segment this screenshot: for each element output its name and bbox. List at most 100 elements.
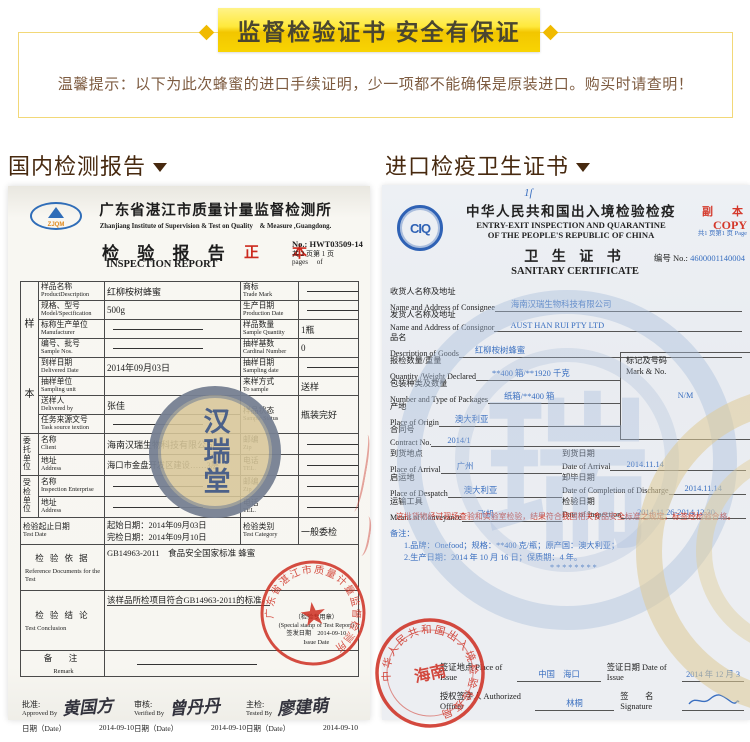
table-row: 委托单位 名称Client 海南汉瑞生物科技有限公司 邮编Zip <box>21 434 359 455</box>
grid-label-cn: 检验日期 <box>562 495 746 507</box>
cell-value <box>105 320 241 339</box>
cell-value: 海口市金盘开发区建设……3层 <box>105 455 241 476</box>
report-title-en: INSPECTION REPORT <box>106 259 217 270</box>
inspected-band: 受检单位 <box>21 476 39 518</box>
cert-no-label: 编号 No.: <box>654 253 688 263</box>
section-title-import-certificate[interactable]: 进口检疫卫生证书 <box>385 149 590 181</box>
copy-mark-cn: 副 本 <box>698 207 747 219</box>
inspection-report-document: ZJQM 广东省湛江市质量计量监督检测所 Zhanjiang Institute… <box>8 186 370 720</box>
blank-dash <box>113 348 203 349</box>
field-label-cn: 收货人名称及地址 <box>390 285 742 297</box>
zjqm-logo: ZJQM <box>30 202 82 230</box>
sig-label-cn: 主检: <box>246 700 264 709</box>
sig-label-cn: 批准: <box>22 700 40 709</box>
blank-dash <box>307 507 359 508</box>
certificate-header: 中华人民共和国出入境检验检疫 ENTRY-EXIT INSPECTION AND… <box>446 200 696 241</box>
cell-label-en: Delivered Date <box>41 368 102 375</box>
handwritten-signature: 廖建萌 <box>276 691 329 719</box>
field-value: 2014/1 <box>431 436 620 447</box>
table-row: 样本 样品名称ProductDescription 红柳桉树蜂蜜 商标Trade… <box>21 282 359 301</box>
header-cn: 中华人民共和国出入境检验检疫 <box>446 200 696 220</box>
blank-dash <box>307 367 359 368</box>
officer-value: 林桐 <box>535 697 615 711</box>
section-title-label: 国内检测报告 <box>8 154 146 179</box>
reference-value: GB14963-2011 食品安全国家标准 蜂蜜 <box>105 545 359 591</box>
grid-value: 2014.11.14 <box>610 460 746 471</box>
issue-date-label: 签证日期 Date of Issue <box>607 661 676 682</box>
date-value: 2014-09-10 <box>323 723 358 734</box>
date-label: 日期（Date） <box>134 723 178 734</box>
grid-label-cn: 卸毕日期 <box>562 471 746 483</box>
signature-squiggle <box>686 694 740 707</box>
cell-label-en: Client <box>41 445 102 452</box>
caret-down-icon <box>576 163 590 172</box>
cell-value: 2014年09月03日 <box>105 358 241 377</box>
field-label-cn: 品名 <box>390 331 742 343</box>
officer-label: 授权签字人 Authorized Officer <box>440 690 529 711</box>
sig-label-cn: 审核: <box>134 700 152 709</box>
report-no: No.: HWT03509-14 <box>292 239 366 250</box>
conclusion-cell: 该样品所检项目符合GB14963-2011的标准。 （检验专用章） (Speci… <box>105 591 359 651</box>
cell-value: 500g <box>105 301 241 320</box>
band-top: 样 <box>25 315 35 330</box>
zjqm-logo-text: ZJQM <box>32 222 80 228</box>
sig-label-en: Approved By <box>22 710 57 717</box>
cert-no-value: 4600001140004 <box>690 253 745 263</box>
cell-label-en: Zip <box>243 487 296 494</box>
cell-value <box>299 434 359 455</box>
blank-dash <box>113 329 203 330</box>
ciq-logo: CIQ <box>397 205 443 251</box>
issue-place-value: 中国 海口 <box>517 668 600 682</box>
report-table: 样本 样品名称ProductDescription 红柳桉树蜂蜜 商标Trade… <box>20 281 359 677</box>
field-label-cn: 报检数量/重量 <box>390 354 620 366</box>
cell-label: 备 注 <box>44 653 82 663</box>
cell-label-en: ProductDescription <box>41 292 102 299</box>
cell-label-en: Sample Quantity <box>243 330 296 337</box>
handwritten-signature: 黄国方 <box>61 691 114 719</box>
issue-date-value: 2014 年 12 月 3 <box>682 668 744 682</box>
page-title-banner: 监督检验证书 安全有保证 <box>218 8 540 52</box>
cell-label-en: TEL. <box>243 508 296 515</box>
issue-date-en: Issue Date <box>279 639 354 647</box>
cell-value: 张佳 <box>105 396 241 415</box>
caret-down-icon <box>153 163 167 172</box>
cell-value <box>299 476 359 497</box>
remark-title: 备注： <box>390 527 415 539</box>
title-en: SANITARY CERTIFICATE <box>500 266 650 277</box>
cell-value <box>299 282 359 301</box>
test-start-date: 起始日期：2014年09月03日 <box>107 519 238 531</box>
remark-line1: 1.品牌：Onefood；规格：**400 克/瓶；原产国：澳大利亚； <box>404 539 619 551</box>
end-stars: ******** <box>550 563 599 572</box>
cell-value: 一般委检 <box>299 518 359 545</box>
field-label-cn: 发货人名称及地址 <box>390 308 742 320</box>
cell-value: 瓶装完好 <box>299 396 359 434</box>
grid-label-cn: 运输工具 <box>390 495 562 507</box>
section-title-domestic-report[interactable]: 国内检测报告 <box>8 149 167 181</box>
header-en2: OF THE PEOPLE'S REPUBLIC OF CHINA <box>446 230 696 240</box>
cell-label-en: Sample Nos. <box>41 349 102 356</box>
grid-row-despatch: 启运地Place of Despatch澳大利亚 卸毕日期Date of Com… <box>390 471 746 498</box>
sig-label-en: Tested By <box>246 710 272 717</box>
cell-label-en: Test Category <box>243 532 296 539</box>
table-row: 备 注Remark <box>21 651 359 677</box>
cell-label-en: Task source textion <box>41 425 102 432</box>
cell-value: 送样 <box>299 377 359 396</box>
cell-label-en: Address <box>41 508 102 515</box>
section-title-label: 进口检疫卫生证书 <box>385 154 569 179</box>
blank-dash <box>113 424 203 425</box>
field-contract: 合同号 Contract No.2014/1 <box>390 423 620 447</box>
cell-value <box>299 358 359 377</box>
cell-label-en: Test Conclusion <box>23 625 102 632</box>
table-row: 抽样单位Sampling unit 来样方式To sample 送样 <box>21 377 359 396</box>
blank-dash <box>307 486 359 487</box>
issue-place-row: 签证地点 Place of Issue 中国 海口 签证日期 Date of I… <box>440 661 744 682</box>
mark-label-en: Mark & No. <box>626 367 745 378</box>
cell-value <box>105 415 241 434</box>
cell-value: 红柳桉树蜂蜜 <box>105 282 241 301</box>
grid-label-en: Date of Arrival <box>562 462 610 471</box>
cell-label-en: TEL. <box>243 466 296 473</box>
cell-label-en: To sample <box>243 387 296 394</box>
tip-text: 温馨提示：以下为此次蜂蜜的进口手续证明，少一项都不能确保是原装进口。购买时请查明… <box>19 73 732 94</box>
cell-label-en: Zip <box>243 445 296 452</box>
cell-label-en: Model/Specification <box>41 311 102 318</box>
